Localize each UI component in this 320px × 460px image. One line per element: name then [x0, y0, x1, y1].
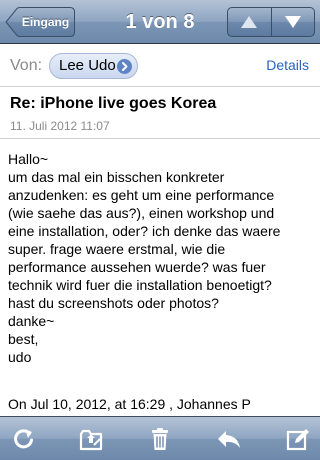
body-line: danke~ [8, 313, 55, 329]
message-position-title: 1 von 8 [125, 11, 195, 33]
message-header: Re: iPhone live goes Korea 11. Juli 2012… [0, 87, 320, 139]
body-line: hast du screenshots oder photos? [8, 295, 219, 311]
body-line: performance aussehen wuerde? was fuer [8, 259, 266, 275]
back-button-label: Eingang [21, 15, 70, 29]
sender-row: Von: Lee Udo Details [0, 44, 320, 87]
body-line: Hallo~ [8, 151, 49, 167]
trash-icon [152, 428, 168, 450]
navigation-bar: Eingang 1 von 8 [0, 0, 320, 44]
quoted-message-header: On Jul 10, 2012, at 16:29 , Johannes P [8, 396, 251, 412]
message-body: Hallo~ um das mal ein bisschen konkreter… [8, 150, 314, 366]
message-subject: Re: iPhone live goes Korea [10, 95, 217, 112]
delete-button[interactable] [146, 425, 174, 453]
body-line: um das mal ein bisschen konkreter [8, 169, 225, 185]
arrow-down-icon [284, 16, 301, 28]
bottom-toolbar [0, 416, 320, 460]
move-to-folder-icon [79, 429, 103, 451]
details-link[interactable]: Details [266, 44, 309, 87]
sender-contact-button[interactable]: Lee Udo [49, 53, 138, 79]
body-line: best, [8, 331, 39, 347]
body-line: eine installation, oder? ich denke das w… [8, 223, 281, 239]
body-line: (wie saehe das aus?), einen workshop und [8, 205, 275, 221]
reply-icon [218, 431, 240, 448]
message-date: 11. Juli 2012 11:07 [10, 119, 110, 133]
body-line: anzudenken: es geht um eine performance [8, 187, 275, 203]
back-button-inbox[interactable]: Eingang [5, 7, 75, 37]
body-line: technik wird fuer die installation benoe… [8, 277, 272, 293]
sender-name: Lee Udo [59, 57, 116, 74]
reply-button[interactable] [215, 425, 243, 453]
next-message-button[interactable] [270, 8, 315, 36]
arrow-up-icon [241, 16, 258, 28]
message-navigation-control [227, 7, 315, 37]
refresh-icon [14, 429, 33, 449]
from-label: Von: [10, 57, 43, 74]
refresh-button[interactable] [10, 425, 38, 453]
previous-message-button[interactable] [228, 8, 271, 36]
move-to-folder-button[interactable] [77, 425, 105, 453]
compose-button[interactable] [284, 425, 312, 453]
body-line: udo [8, 349, 32, 365]
chevron-right-icon [117, 59, 132, 74]
body-line: super. frage waere erstmal, wie die [8, 241, 226, 257]
compose-icon [286, 429, 309, 451]
